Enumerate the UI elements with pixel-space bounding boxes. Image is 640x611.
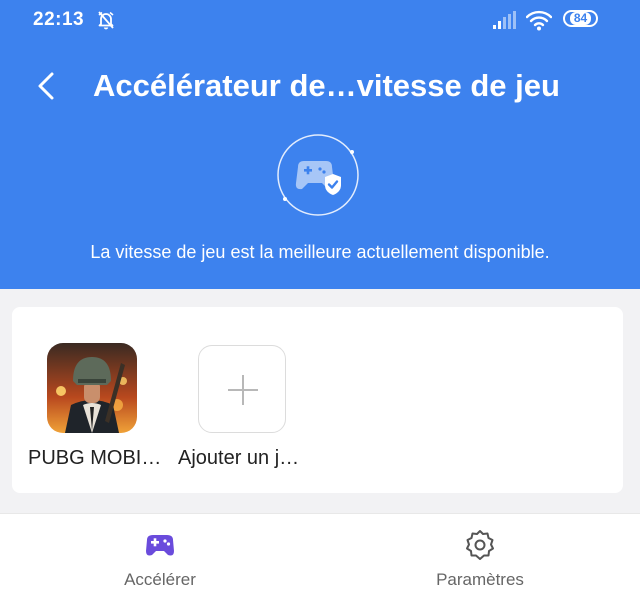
- status-time: 22:13: [33, 9, 85, 30]
- nav-label-settings: Paramètres: [436, 570, 524, 589]
- pubg-mobile-app-icon[interactable]: [47, 343, 137, 433]
- plus-icon: [228, 375, 258, 405]
- speed-status-text: La vitesse de jeu est la meilleure actue…: [90, 242, 550, 262]
- bottom-navigation: Accélérer Paramètres: [0, 513, 640, 611]
- back-arrow-icon[interactable]: [34, 71, 60, 101]
- add-game-button[interactable]: [198, 345, 286, 433]
- game-label-pubg: PUBG MOBI…: [28, 447, 162, 469]
- status-bar: 22:13 84: [0, 0, 640, 40]
- gamepad-icon: [146, 535, 174, 556]
- game-label-add: Ajouter un j…: [178, 447, 300, 469]
- games-card: PUBG MOBI… Ajouter un j…: [12, 307, 623, 493]
- signal-icon: [493, 11, 516, 29]
- header: 22:13 84 Accélérateur de…vitesse de jeu: [0, 0, 640, 289]
- nav-accelerate[interactable]: Accélérer: [0, 514, 320, 611]
- alarm-off-icon: [98, 11, 114, 30]
- gear-icon: [466, 530, 494, 560]
- nav-label-accelerate: Accélérer: [124, 570, 196, 589]
- nav-settings[interactable]: Paramètres: [320, 514, 640, 611]
- battery-indicator: 84: [563, 10, 598, 27]
- accelerated-gamepad-badge-icon: [277, 134, 359, 216]
- page-title: Accélérateur de…vitesse de jeu: [93, 68, 560, 103]
- wifi-icon: [526, 10, 552, 31]
- battery-level: 84: [569, 12, 592, 25]
